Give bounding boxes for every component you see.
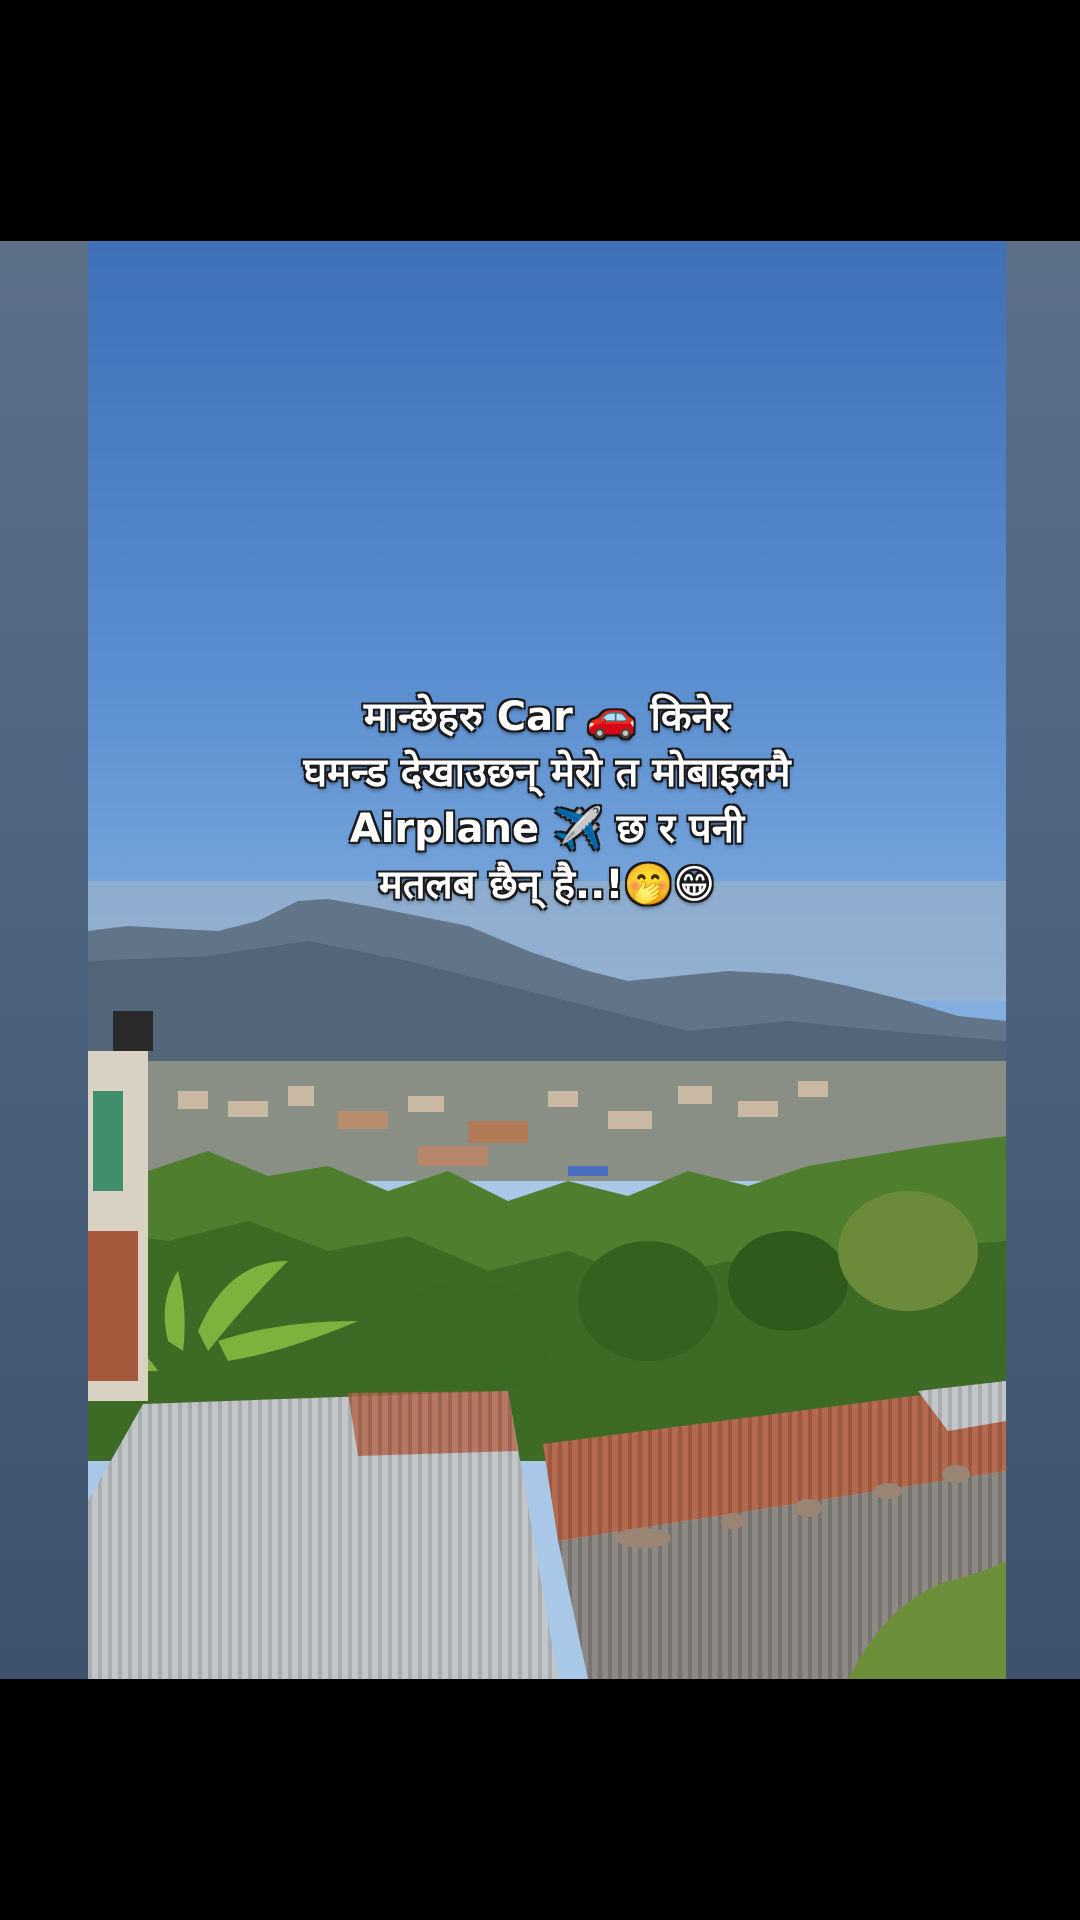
blurred-side-right <box>994 241 1080 1679</box>
water-tank <box>113 1011 153 1051</box>
letterbox-bottom <box>0 1679 1080 1920</box>
caption-line-1: मान्छेहरु Car 🚗 किनेर <box>363 694 731 740</box>
caption-line-4: मतलब छैन् है..!🤭😁 <box>378 862 716 908</box>
blurred-side-left <box>0 241 88 1679</box>
landscape-photo: मान्छेहरु Car 🚗 किनेर घमन्ड देखाउछन् मेर… <box>88 241 1006 1679</box>
brick-wall <box>88 1231 138 1381</box>
landscape-scene <box>88 881 1006 1679</box>
video-screen: मान्छेहरु Car 🚗 किनेर घमन्ड देखाउछन् मेर… <box>0 0 1080 1920</box>
caption-text: मान्छेहरु Car 🚗 किनेर घमन्ड देखाउछन् मेर… <box>88 689 1006 913</box>
caption-line-2: घमन्ड देखाउछन् मेरो त मोबाइलमै <box>303 750 791 796</box>
green-window <box>93 1091 123 1191</box>
left-roof-rust <box>348 1391 518 1456</box>
letterbox-top <box>0 0 1080 241</box>
tree <box>578 1241 718 1361</box>
tree <box>838 1191 978 1311</box>
tree <box>728 1231 848 1331</box>
tree <box>388 1281 548 1401</box>
caption-line-3: Airplane ✈️ छ र पनी <box>349 806 745 852</box>
